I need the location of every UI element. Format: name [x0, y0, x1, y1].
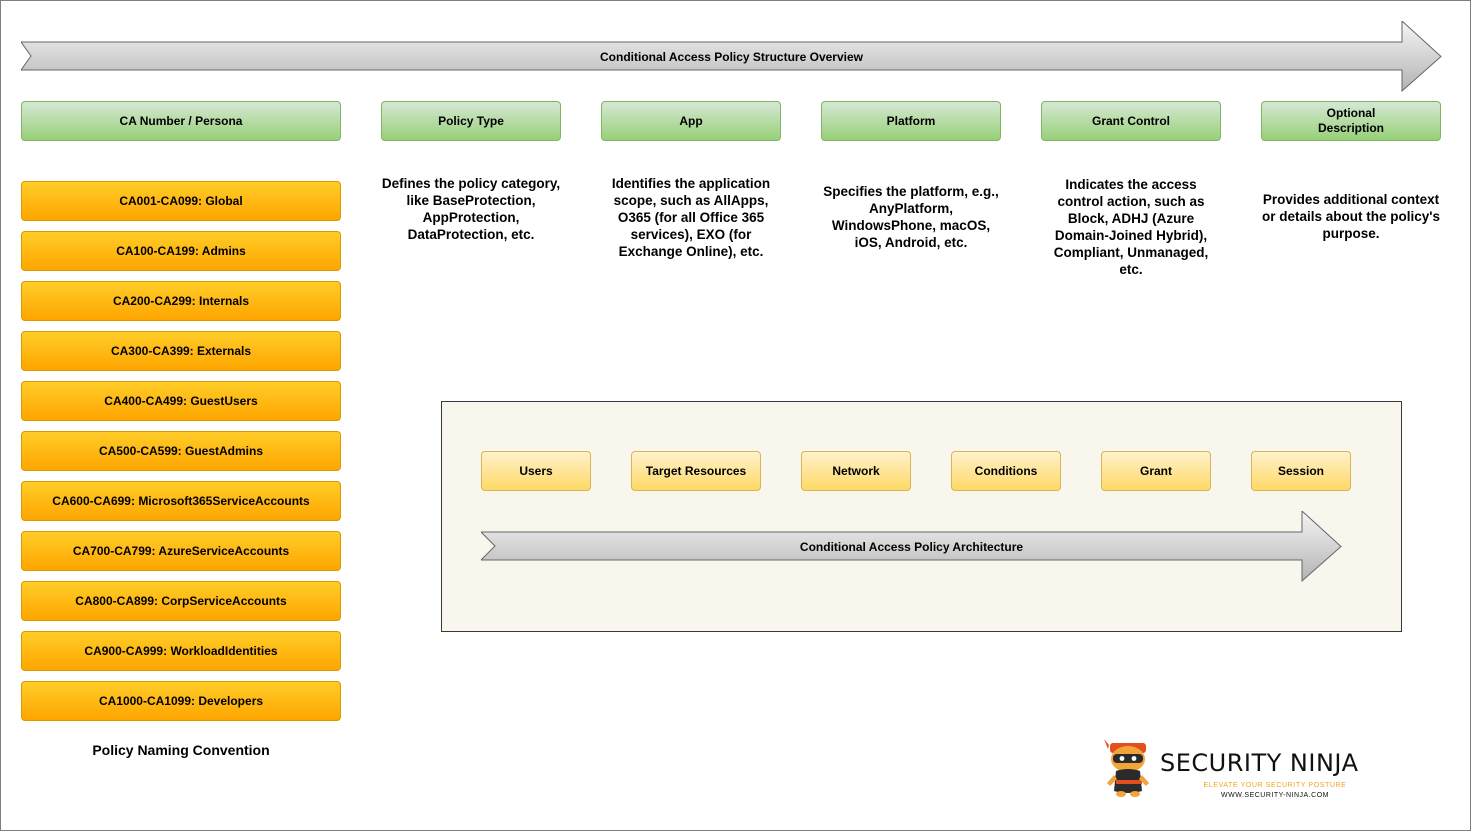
header-optional-description: Optional Description	[1261, 101, 1441, 141]
persona-m365-service-accounts: CA600-CA699: Microsoft365ServiceAccounts	[21, 481, 341, 521]
component-conditions: Conditions	[951, 451, 1061, 491]
diagram-canvas: Conditional Access Policy Structure Over…	[0, 0, 1471, 831]
overview-arrow: Conditional Access Policy Structure Over…	[21, 21, 1442, 92]
persona-azure-service-accounts: CA700-CA799: AzureServiceAccounts	[21, 531, 341, 571]
persona-global: CA001-CA099: Global	[21, 181, 341, 221]
description-platform: Specifies the platform, e.g., AnyPlatfor…	[823, 184, 999, 250]
description-policy-type: Defines the policy category, like BasePr…	[381, 176, 561, 242]
header-grant-control: Grant Control	[1041, 101, 1221, 141]
description-app: Identifies the application scope, such a…	[611, 176, 771, 259]
description-grant-control: Indicates the access control action, suc…	[1053, 177, 1209, 277]
security-ninja-logo: SECURITY NINJA ELEVATE YOUR SECURITY POS…	[1090, 735, 1401, 802]
persona-internals: CA200-CA299: Internals	[21, 281, 341, 321]
persona-developers: CA1000-CA1099: Developers	[21, 681, 341, 721]
persona-guest-users: CA400-CA499: GuestUsers	[21, 381, 341, 421]
architecture-arrow: Conditional Access Policy Architecture	[481, 511, 1342, 582]
component-target-resources: Target Resources	[631, 451, 761, 491]
persona-workload-identities: CA900-CA999: WorkloadIdentities	[21, 631, 341, 671]
header-platform: Platform	[821, 101, 1001, 141]
component-session: Session	[1251, 451, 1351, 491]
header-ca-number-persona: CA Number / Persona	[21, 101, 341, 141]
overview-arrow-label: Conditional Access Policy Structure Over…	[600, 49, 863, 64]
persona-guest-admins: CA500-CA599: GuestAdmins	[21, 431, 341, 471]
component-users: Users	[481, 451, 591, 491]
persona-admins: CA100-CA199: Admins	[21, 231, 341, 271]
persona-externals: CA300-CA399: Externals	[21, 331, 341, 371]
logo-tagline: ELEVATE YOUR SECURITY POSTURE	[1203, 782, 1347, 789]
description-optional: Provides additional context or details a…	[1262, 192, 1440, 241]
logo-brand-text: SECURITY NINJA	[1160, 749, 1359, 777]
naming-convention-caption: Policy Naming Convention	[92, 742, 270, 758]
header-policy-type: Policy Type	[381, 101, 561, 141]
ninja-mascot-icon	[1104, 739, 1149, 797]
architecture-arrow-label: Conditional Access Policy Architecture	[799, 539, 1024, 554]
component-network: Network	[801, 451, 911, 491]
component-grant: Grant	[1101, 451, 1211, 491]
logo-url: WWW.SECURITY-NINJA.COM	[1221, 792, 1329, 799]
persona-corp-service-accounts: CA800-CA899: CorpServiceAccounts	[21, 581, 341, 621]
header-app: App	[601, 101, 781, 141]
